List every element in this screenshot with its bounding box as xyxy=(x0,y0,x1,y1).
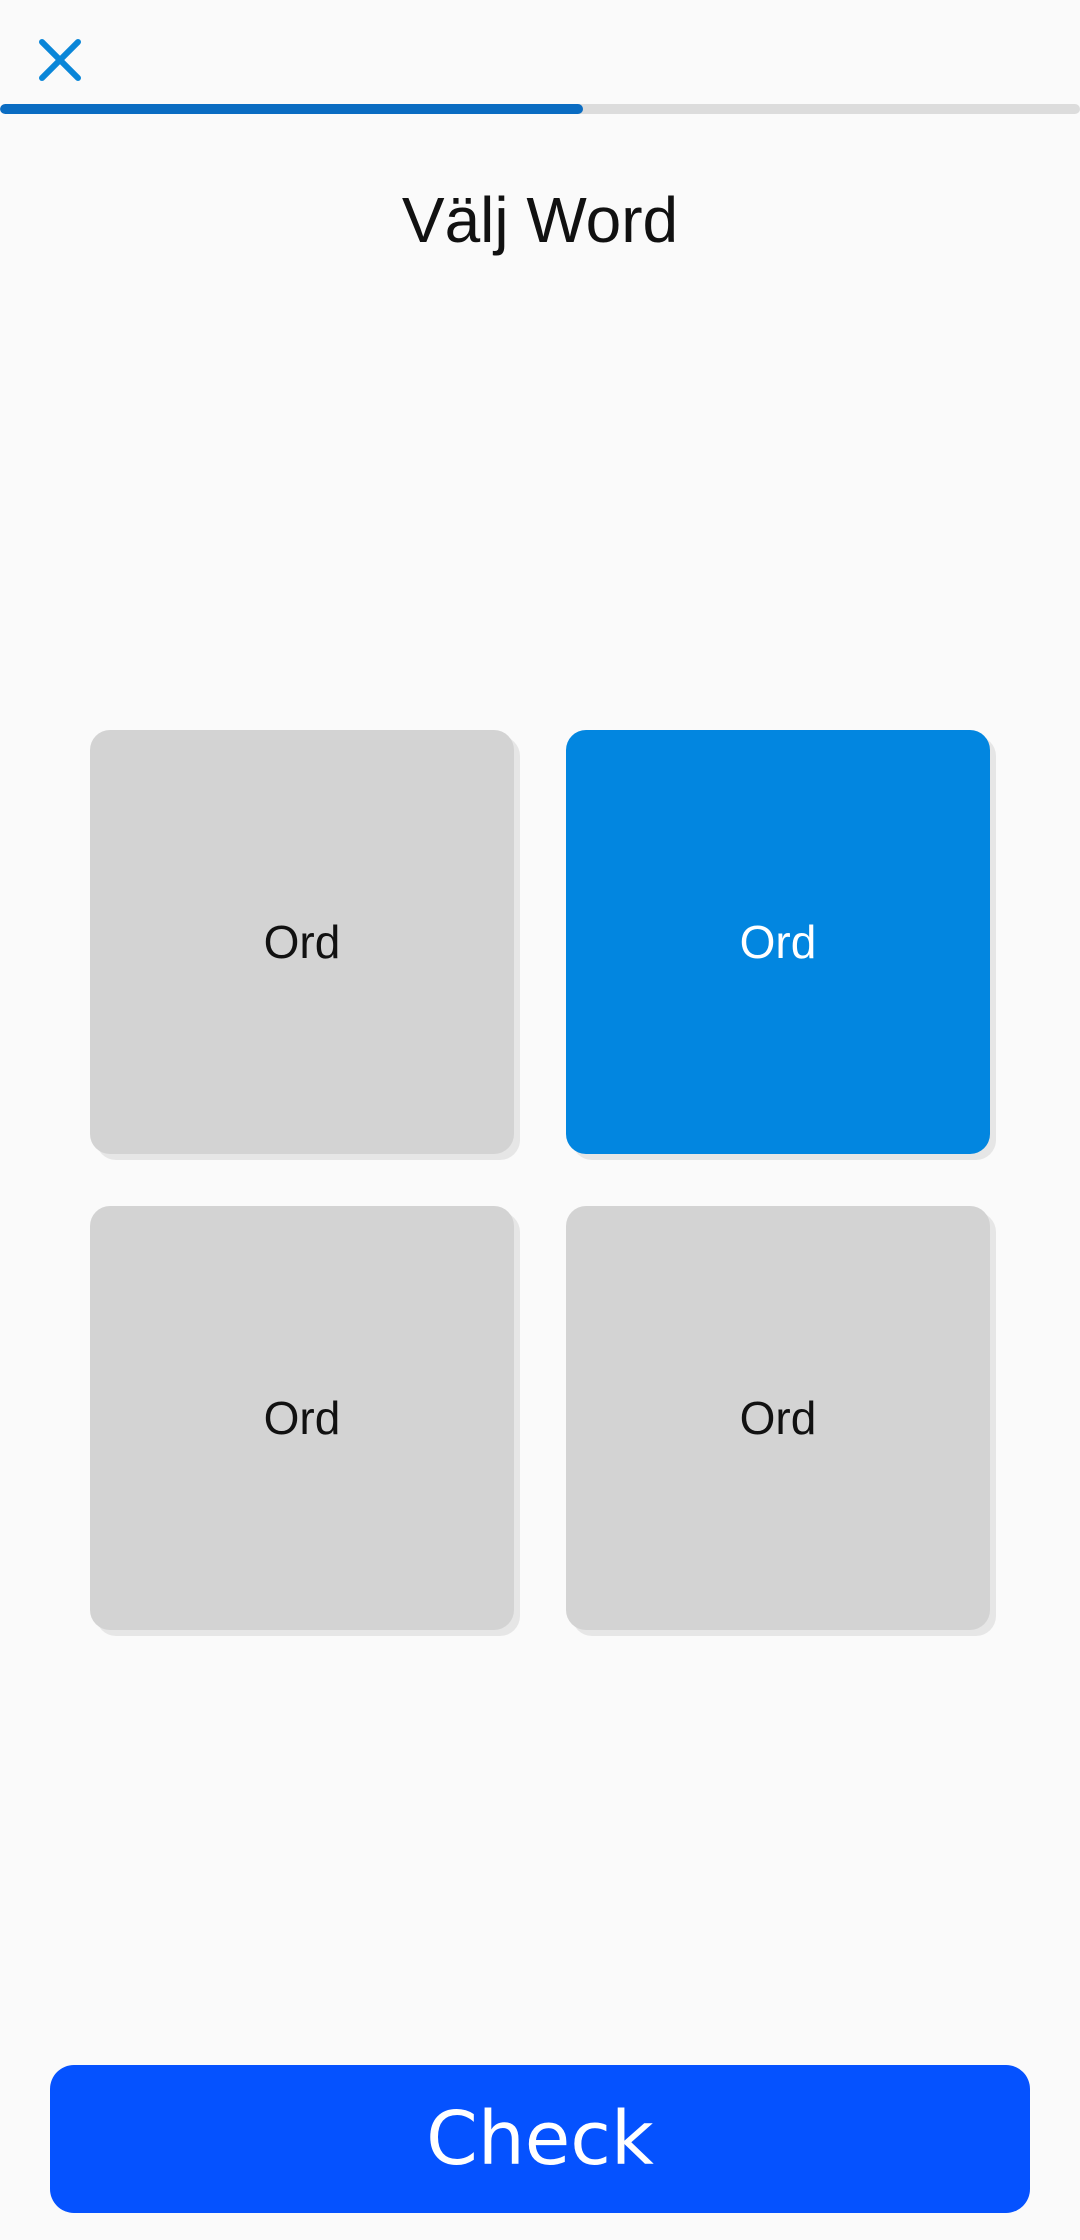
close-icon xyxy=(39,39,81,81)
option-tile-2[interactable]: Ord xyxy=(566,730,990,1154)
progress-bar xyxy=(0,104,1080,114)
option-label: Ord xyxy=(263,916,341,968)
option-tile-1[interactable]: Ord xyxy=(90,730,514,1154)
option-tile-3[interactable]: Ord xyxy=(90,1206,514,1630)
progress-fill xyxy=(0,104,584,114)
option-label: Ord xyxy=(739,1392,817,1444)
options-grid: Ord Ord Ord Ord xyxy=(90,730,990,1630)
check-button[interactable]: Check xyxy=(50,2065,1030,2213)
option-label: Ord xyxy=(739,916,817,968)
close-button[interactable] xyxy=(28,28,92,92)
option-label: Ord xyxy=(263,1392,341,1444)
option-tile-4[interactable]: Ord xyxy=(566,1206,990,1630)
page-title: Välj Word xyxy=(401,184,679,256)
